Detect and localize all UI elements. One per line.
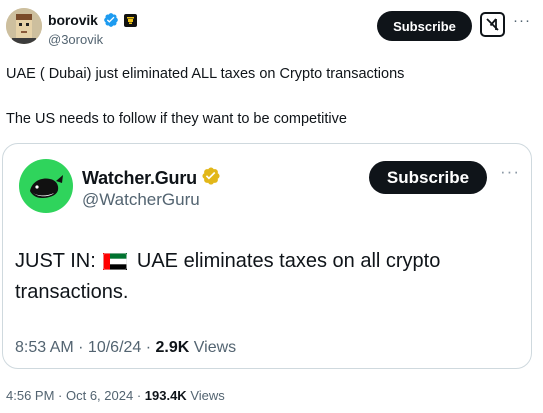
meta-separator: · xyxy=(54,388,66,403)
gold-verified-badge-icon xyxy=(201,166,221,191)
quote-text-prefix: JUST IN: xyxy=(15,250,96,272)
meta-separator: · xyxy=(141,339,156,356)
subscribe-button[interactable]: Subscribe xyxy=(377,11,472,41)
tweet-time[interactable]: 4:56 PM xyxy=(6,388,54,403)
quoted-tweet-card[interactable]: Watcher.Guru @WatcherGuru Subscribe ··· … xyxy=(2,143,532,369)
uae-flag-icon xyxy=(103,250,128,278)
quote-avatar[interactable] xyxy=(19,159,73,213)
verified-badge-icon xyxy=(103,12,119,28)
author-display-name[interactable]: borovik xyxy=(48,12,98,28)
quote-display-name[interactable]: Watcher.Guru xyxy=(82,168,197,189)
quote-text: JUST IN: UAE eliminates taxes on all cry… xyxy=(15,247,515,306)
avatar-image xyxy=(6,8,42,44)
author-handle[interactable]: @3orovik xyxy=(48,32,103,47)
quote-views-label: Views xyxy=(193,339,237,356)
quote-more-options-icon[interactable]: ··· xyxy=(500,162,520,182)
more-options-icon[interactable]: ··· xyxy=(513,12,531,29)
quote-time[interactable]: 8:53 AM xyxy=(15,339,74,356)
meta-separator: · xyxy=(73,339,88,356)
quote-name-row: Watcher.Guru xyxy=(82,166,221,191)
tweet-date[interactable]: Oct 6, 2024 xyxy=(66,388,133,403)
avatar[interactable] xyxy=(6,8,42,44)
quote-subscribe-button[interactable]: Subscribe xyxy=(369,161,487,194)
tweet-text-line-1: UAE ( Dubai) just eliminated ALL taxes o… xyxy=(6,66,405,82)
author-name-row: borovik xyxy=(48,11,137,29)
quote-handle[interactable]: @WatcherGuru xyxy=(82,190,200,210)
tweet-views-count: 193.4K xyxy=(144,388,187,403)
meta-separator: · xyxy=(133,388,145,403)
whale-logo-icon xyxy=(30,175,63,198)
quote-meta: 8:53 AM · 10/6/24 · 2.9K Views xyxy=(15,339,236,357)
affiliate-badge-icon[interactable] xyxy=(123,13,137,27)
tweet-views-label: Views xyxy=(190,388,225,403)
grok-icon[interactable] xyxy=(480,12,505,37)
quote-date[interactable]: 10/6/24 xyxy=(88,339,141,356)
quote-views-count: 2.9K xyxy=(155,339,190,356)
tweet-text-line-2: The US needs to follow if they want to b… xyxy=(6,111,347,127)
tweet-meta: 4:56 PM · Oct 6, 2024 · 193.4K Views xyxy=(6,388,225,403)
